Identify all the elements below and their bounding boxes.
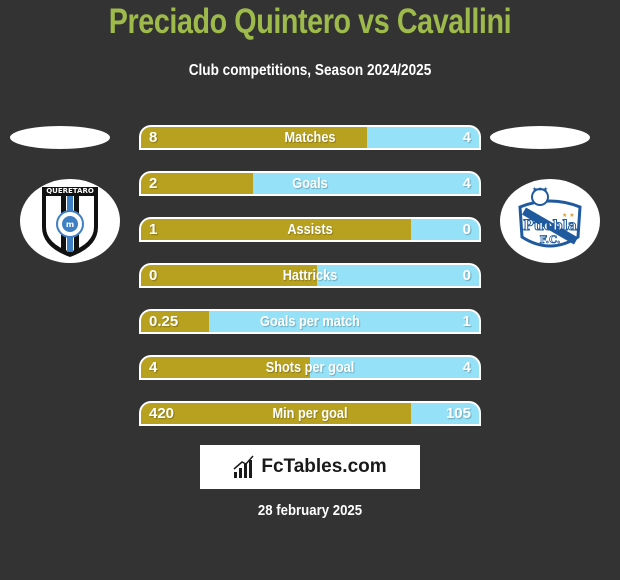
stat-row-assists: 1 Assists 0: [139, 217, 481, 242]
right-player-placeholder: [490, 126, 590, 149]
left-player-placeholder: [10, 126, 110, 149]
left-value: 4: [149, 359, 158, 376]
left-value: 8: [149, 129, 158, 146]
svg-text:m: m: [66, 220, 74, 229]
svg-text:Puebla: Puebla: [523, 218, 577, 234]
right-team-logo[interactable]: ★★★ ★ ★ Puebla F.C.: [500, 179, 600, 263]
left-value: 1: [149, 221, 158, 238]
left-team-logo[interactable]: m QUERETARO: [20, 179, 120, 263]
stat-row-matches: 8 Matches 4: [139, 125, 481, 150]
stat-label: Goals per match: [260, 313, 360, 330]
stat-label: Min per goal: [272, 405, 348, 422]
stat-label: Shots per goal: [265, 359, 355, 376]
right-value: 1: [462, 313, 471, 330]
left-value: 2: [149, 175, 158, 192]
right-value: 0: [462, 221, 471, 238]
right-value: 4: [462, 359, 471, 376]
left-value: 0: [149, 267, 158, 284]
svg-text:F.C.: F.C.: [540, 235, 561, 246]
page-subtitle: Club competitions, Season 2024/2025: [188, 62, 432, 79]
svg-text:★★★: ★★★: [532, 186, 548, 193]
page-title: Preciado Quintero vs Cavallini: [108, 2, 512, 41]
right-value: 4: [462, 175, 471, 192]
bar-chart-icon: [233, 455, 254, 478]
queretaro-crest-icon: m QUERETARO: [42, 187, 98, 257]
stat-row-shots-per-goal: 4 Shots per goal 4: [139, 355, 481, 380]
stat-label: Hattricks: [282, 267, 338, 284]
right-value: 105: [445, 405, 471, 422]
brand-name: FcTables.com: [261, 456, 387, 477]
puebla-crest-icon: ★★★ ★ ★ Puebla F.C.: [518, 186, 582, 248]
fctables-logo-link[interactable]: FcTables.com: [200, 445, 420, 489]
stat-label: Assists: [287, 221, 333, 238]
stat-row-hattricks: 0 Hattricks 0: [139, 263, 481, 288]
right-value: 0: [462, 267, 471, 284]
stat-row-goals-per-match: 0.25 Goals per match 1: [139, 309, 481, 334]
stat-row-min-per-goal: 420 Min per goal 105: [139, 401, 481, 426]
stat-row-goals: 2 Goals 4: [139, 171, 481, 196]
crest-text: QUERETARO: [46, 187, 94, 195]
report-date: 28 february 2025: [257, 502, 363, 519]
stat-label: Goals: [292, 175, 328, 192]
right-value: 4: [462, 129, 471, 146]
stat-label: Matches: [284, 129, 336, 146]
